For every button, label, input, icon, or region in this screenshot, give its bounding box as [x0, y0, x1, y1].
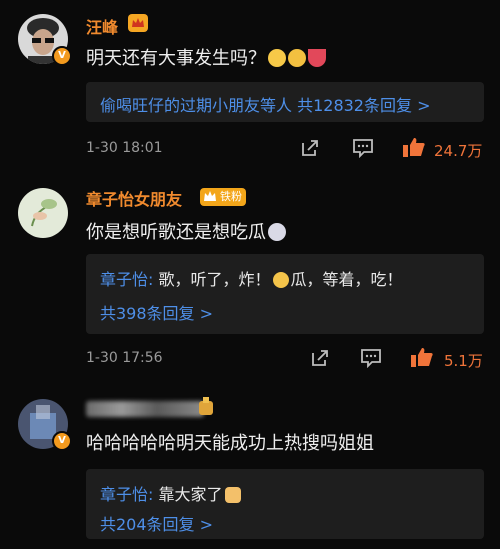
verified-icon: V	[52, 46, 72, 66]
like-count: 5.1万	[444, 352, 483, 370]
comment-icon[interactable]	[352, 138, 374, 158]
timestamp: 1-30 18:01	[86, 140, 163, 156]
reply-author[interactable]: 章子怡:	[100, 270, 153, 289]
reply-author[interactable]: 章子怡:	[100, 485, 153, 504]
like-icon[interactable]	[410, 346, 434, 368]
timestamp: 1-30 17:56	[86, 350, 163, 366]
reply-line: 章子怡: 靠大家了	[100, 481, 241, 505]
comment-item: V 汪峰 明天还有大事发生吗？ 偷喝旺仔的过期小朋友等人 共12832条回复 >…	[0, 0, 500, 170]
reply-box[interactable]: 章子怡: 靠大家了 共204条回复 >	[86, 469, 484, 539]
comment-text: 你是想听歌还是想吃瓜	[86, 218, 286, 244]
username[interactable]: 章子怡女朋友	[86, 186, 182, 210]
username[interactable]: 汪峰	[86, 14, 118, 38]
grin-emoji-icon	[268, 49, 286, 67]
comment-item: V 哈哈哈哈哈明天能成功上热搜吗姐姐 章子怡: 靠大家了 共204条回复 >	[0, 385, 500, 549]
reply-box[interactable]: 章子怡: 歌，听了，炸！ 瓜，等着，吃！ 共398条回复 >	[86, 254, 484, 334]
like-icon[interactable]	[402, 136, 426, 158]
crown-icon	[204, 191, 216, 201]
fan-badge: 铁粉	[200, 188, 246, 206]
comment-icon[interactable]	[360, 348, 382, 368]
watermelon-icon	[308, 49, 326, 67]
share-icon[interactable]	[300, 138, 320, 158]
reply-line: 章子怡: 歌，听了，炸！ 瓜，等着，吃！	[100, 270, 403, 289]
comment-item: 章子怡女朋友 铁粉 你是想听歌还是想吃瓜 章子怡: 歌，听了，炸！ 瓜，等着，吃！…	[0, 170, 500, 385]
reply-count-link[interactable]: 共398条回复 >	[100, 300, 213, 324]
smirk-emoji-icon	[272, 272, 289, 288]
share-icon[interactable]	[310, 348, 330, 368]
reply-summary-link[interactable]: 偷喝旺仔的过期小朋友等人 共12832条回复 >	[100, 92, 430, 116]
reply-summary-box[interactable]: 偷喝旺仔的过期小朋友等人 共12832条回复 >	[86, 82, 484, 122]
shocked-emoji-icon	[268, 223, 286, 241]
reply-count-link[interactable]: 共204条回复 >	[100, 511, 213, 535]
avatar[interactable]	[18, 188, 68, 238]
pray-emoji-icon	[224, 487, 241, 503]
like-count: 24.7万	[434, 142, 483, 160]
laugh-cry-emoji-icon	[288, 49, 306, 67]
comment-text: 哈哈哈哈哈明天能成功上热搜吗姐姐	[86, 433, 374, 454]
comment-text: 明天还有大事发生吗？	[86, 44, 326, 70]
crown-icon	[199, 397, 213, 415]
username-blurred	[86, 401, 204, 417]
verified-icon: V	[52, 431, 72, 451]
crown-icon	[128, 14, 148, 32]
